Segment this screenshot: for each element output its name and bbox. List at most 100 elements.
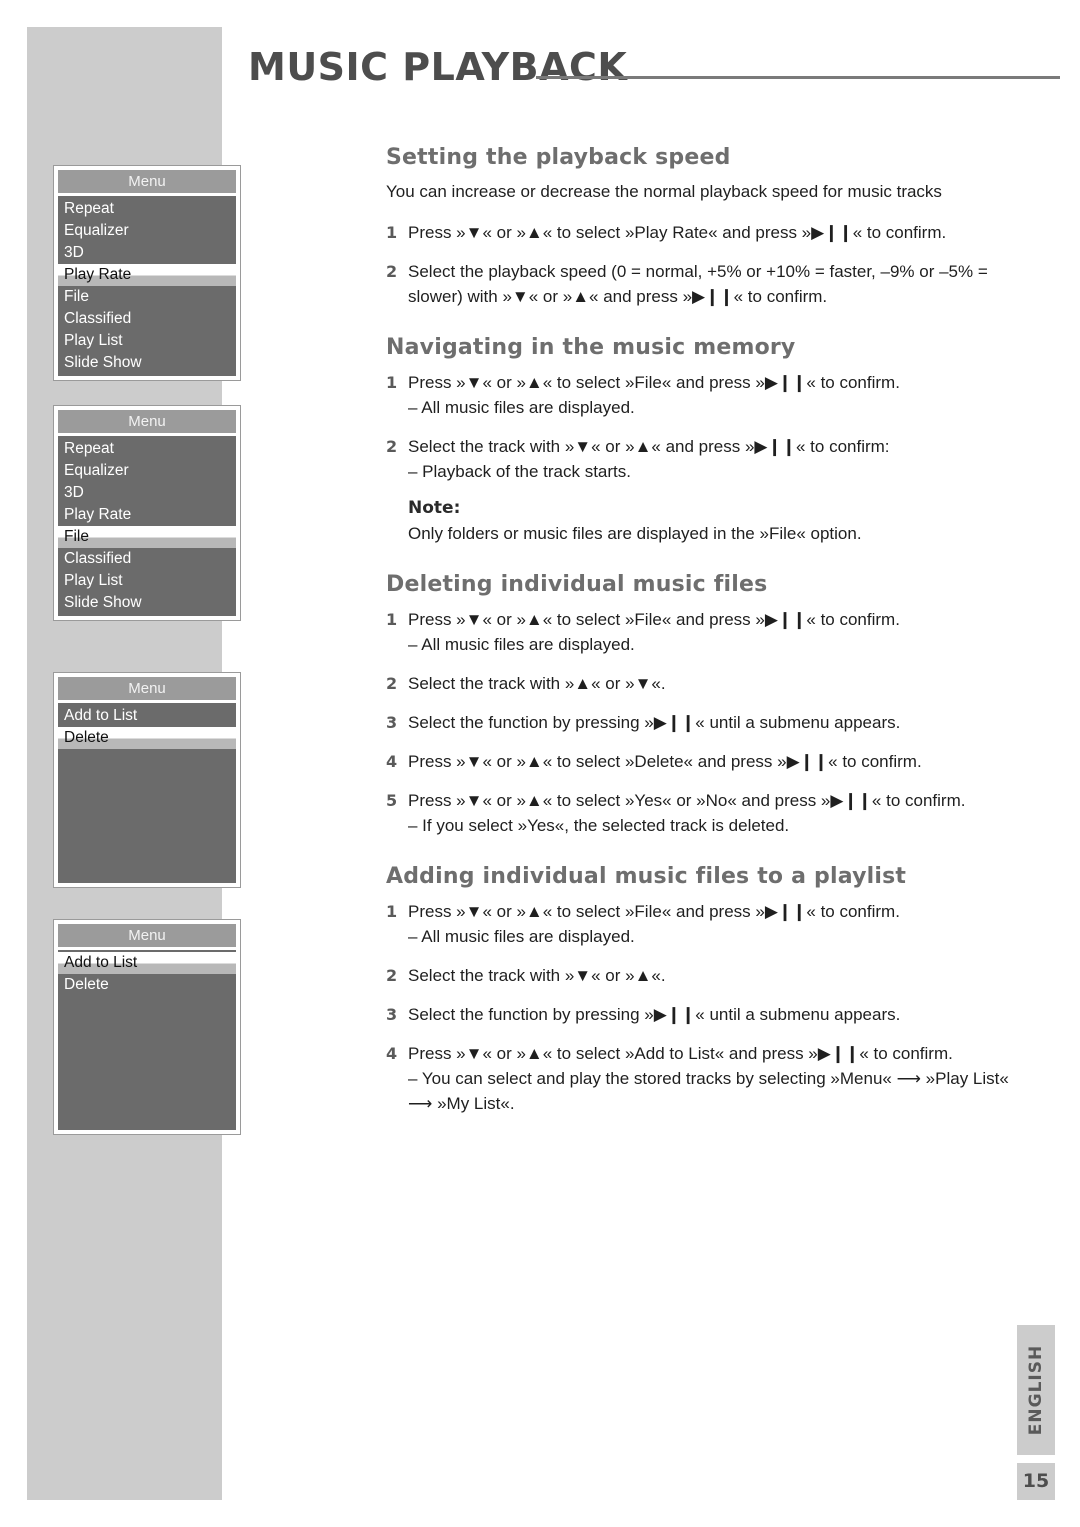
step-number: 3: [386, 1005, 398, 1024]
step-text-wrap: Select the track with »▼« or »▲« and pre…: [408, 434, 1011, 484]
step-text-wrap: Press »▼« or »▲« to select »Add to List«…: [408, 1041, 1011, 1116]
main-content: Setting the playback speed You can increa…: [386, 145, 1011, 1142]
step-text: Select the function by pressing »▶❙❙« un…: [408, 1005, 901, 1024]
step-number: 1: [386, 610, 398, 629]
instruction-step: 2 Select the playback speed (0 = normal, …: [386, 259, 1011, 309]
section-heading: Adding individual music files to a playl…: [386, 864, 907, 889]
step-number: 2: [386, 262, 398, 281]
content-section: Setting the playback speed You can increa…: [386, 145, 1011, 309]
step-number: 1: [386, 223, 398, 242]
step-text: Press »▼« or »▲« to select »File« and pr…: [408, 373, 900, 392]
osd-menu-empty-row: [58, 1018, 236, 1040]
step-result-text: – You can select and play the stored tra…: [408, 1069, 1009, 1113]
step-result-text: – Playback of the track starts.: [408, 462, 631, 481]
step-number: 4: [386, 1044, 398, 1063]
osd-menu-item[interactable]: Slide Show: [58, 352, 236, 374]
step-result-text: – If you select »Yes«, the selected trac…: [408, 816, 790, 835]
step-text: Press »▼« or »▲« to select »Play Rate« a…: [408, 223, 947, 242]
instruction-step: 4 Press »▼« or »▲« to select »Delete« and…: [386, 749, 1011, 774]
osd-menu-item[interactable]: Delete: [58, 974, 236, 996]
osd-menu-empty-row: [58, 1106, 236, 1128]
content-section: Adding individual music files to a playl…: [386, 864, 1011, 1116]
osd-menu-item-selected[interactable]: Delete: [58, 727, 236, 749]
osd-menu-item-selected[interactable]: Play Rate: [58, 264, 236, 286]
step-text-wrap: Press »▼« or »▲« to select »Delete« and …: [408, 749, 1011, 774]
osd-menu-empty-row: [58, 815, 236, 837]
instruction-step: 1 Press »▼« or »▲« to select »File« and p…: [386, 899, 1011, 949]
instruction-step: 1 Press »▼« or »▲« to select »File« and p…: [386, 370, 1011, 420]
instruction-step: 3 Select the function by pressing »▶❙❙« u…: [386, 1002, 1011, 1027]
osd-menu-item-selected[interactable]: Add to List: [58, 952, 236, 974]
osd-menu-empty-row: [58, 1040, 236, 1062]
instruction-step: 2 Select the track with »▼« or »▲«.: [386, 963, 1011, 988]
step-text-wrap: Press »▼« or »▲« to select »Play Rate« a…: [408, 220, 1011, 245]
step-text: Select the track with »▼« or »▲« and pre…: [408, 437, 890, 456]
section-heading: Navigating in the music memory: [386, 335, 796, 360]
osd-menu-body: Add to List Delete: [58, 703, 236, 883]
note-heading: Note:: [408, 498, 461, 518]
step-number: 2: [386, 674, 398, 693]
osd-menu-empty-row: [58, 771, 236, 793]
instruction-step: 3 Select the function by pressing »▶❙❙« u…: [386, 710, 1011, 735]
osd-menu-empty-row: [58, 749, 236, 771]
section-heading: Deleting individual music files: [386, 572, 768, 597]
instruction-step: 1 Press »▼« or »▲« to select »File« and p…: [386, 607, 1011, 657]
step-text: Press »▼« or »▲« to select »Add to List«…: [408, 1044, 953, 1063]
step-result-text: – All music files are displayed.: [408, 398, 635, 417]
step-text-wrap: Press »▼« or »▲« to select »File« and pr…: [408, 370, 1011, 420]
instruction-step: 2 Select the track with »▲« or »▼«.: [386, 671, 1011, 696]
osd-menu-title: Menu: [58, 170, 236, 193]
osd-menu-item[interactable]: Classified: [58, 548, 236, 570]
step-number: 1: [386, 373, 398, 392]
osd-menu-item[interactable]: Slide Show: [58, 592, 236, 614]
content-section: Deleting individual music files 1 Press »▼…: [386, 572, 1011, 838]
step-text: Select the playback speed (0 = normal, +…: [408, 262, 988, 306]
osd-menu-item[interactable]: Play Rate: [58, 504, 236, 526]
osd-menu-empty-row: [58, 793, 236, 815]
osd-menu-item[interactable]: File: [58, 286, 236, 308]
step-text: Press »▼« or »▲« to select »File« and pr…: [408, 610, 900, 629]
page-title: MUSIC PLAYBACK: [248, 45, 628, 89]
page-header: MUSIC PLAYBACK: [248, 44, 1060, 102]
language-label: ENGLISH: [1026, 1344, 1046, 1436]
osd-menu-item[interactable]: Equalizer: [58, 220, 236, 242]
step-text: Select the track with »▼« or »▲«.: [408, 966, 666, 985]
step-text: Select the track with »▲« or »▼«.: [408, 674, 666, 693]
step-text-wrap: Select the track with »▲« or »▼«.: [408, 671, 1011, 696]
language-tab: ENGLISH: [1017, 1325, 1055, 1455]
osd-menu-item-selected[interactable]: File: [58, 526, 236, 548]
step-text-wrap: Select the function by pressing »▶❙❙« un…: [408, 710, 1011, 735]
osd-menu-item[interactable]: Repeat: [58, 438, 236, 460]
header-rule: [536, 76, 1060, 79]
instruction-step: 2 Select the track with »▼« or »▲« and pr…: [386, 434, 1011, 484]
osd-menu-item[interactable]: 3D: [58, 242, 236, 264]
osd-menu-body: Repeat Equalizer 3D Play Rate File Classified…: [58, 196, 236, 376]
step-number: 2: [386, 437, 398, 456]
step-text: Press »▼« or »▲« to select »Yes« or »No«…: [408, 791, 966, 810]
osd-menu-title: Menu: [58, 677, 236, 700]
osd-menu-empty-row: [58, 859, 236, 881]
osd-menu-2: Menu Repeat Equalizer 3D Play Rate File Classi…: [53, 405, 241, 621]
step-text-wrap: Select the playback speed (0 = normal, +…: [408, 259, 1011, 309]
osd-menu-item[interactable]: Add to List: [58, 705, 236, 727]
osd-menu-item[interactable]: Equalizer: [58, 460, 236, 482]
osd-menu-item[interactable]: 3D: [58, 482, 236, 504]
step-text: Select the function by pressing »▶❙❙« un…: [408, 713, 901, 732]
osd-menu-item[interactable]: Repeat: [58, 198, 236, 220]
osd-menu-empty-row: [58, 837, 236, 859]
osd-menu-title: Menu: [58, 410, 236, 433]
step-number: 5: [386, 791, 398, 810]
step-number: 1: [386, 902, 398, 921]
instruction-step: 4 Press »▼« or »▲« to select »Add to List…: [386, 1041, 1011, 1116]
osd-menu-4: Menu Add to List Delete: [53, 919, 241, 1135]
osd-menu-item[interactable]: Play List: [58, 570, 236, 592]
osd-menu-body: Add to List Delete: [58, 950, 236, 1130]
step-text-wrap: Press »▼« or »▲« to select »File« and pr…: [408, 607, 1011, 657]
osd-menu-item[interactable]: Play List: [58, 330, 236, 352]
step-text-wrap: Select the track with »▼« or »▲«.: [408, 963, 1011, 988]
osd-menu-3: Menu Add to List Delete: [53, 672, 241, 888]
content-section: Navigating in the music memory 1 Press »▼«…: [386, 335, 1011, 546]
osd-menu-item[interactable]: Classified: [58, 308, 236, 330]
step-number: 2: [386, 966, 398, 985]
step-text: Press »▼« or »▲« to select »Delete« and …: [408, 752, 922, 771]
